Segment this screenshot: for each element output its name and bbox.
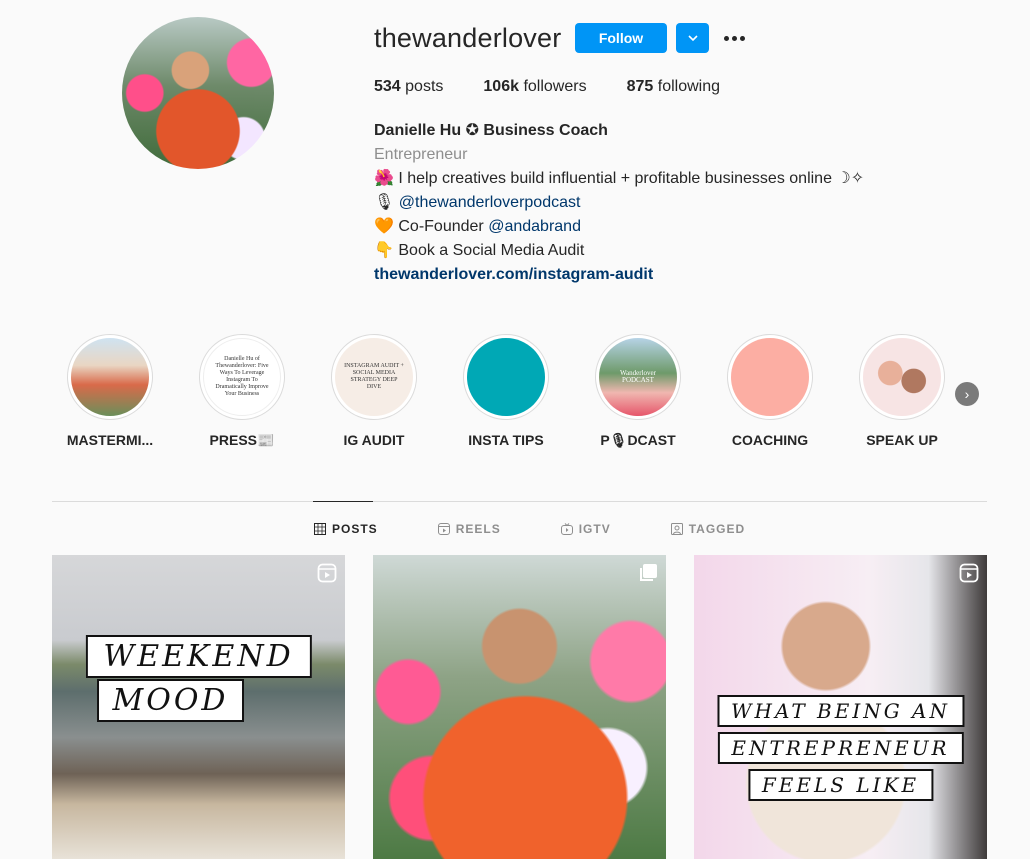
- full-name: Danielle Hu ✪ Business Coach: [374, 122, 608, 139]
- highlight-label: IG AUDIT: [343, 432, 405, 448]
- post-caption: FEELS LIKE: [747, 769, 934, 801]
- highlight-speak-up[interactable]: SPEAK UP: [836, 334, 968, 448]
- reels-icon: [437, 523, 450, 535]
- username: thewanderlover: [374, 23, 562, 53]
- post-caption: WEEKEND: [85, 635, 312, 678]
- bio-line-4: 👇 Book a Social Media Audit: [374, 242, 585, 259]
- grid-icon: [314, 523, 326, 535]
- bio-line-2: 🎙 @thewanderloverpodcast: [374, 191, 864, 215]
- category-label: Entrepreneur: [374, 146, 468, 163]
- carousel-icon: [640, 564, 657, 581]
- highlight-podcast[interactable]: Wanderlover PODCAST P🎙DCAST: [572, 334, 704, 449]
- followers-count[interactable]: 106k followers: [483, 78, 586, 96]
- post-caption: MOOD: [96, 679, 245, 722]
- highlight-label: P🎙DCAST: [600, 432, 676, 448]
- profile-bio: Danielle Hu ✪ Business Coach Entrepreneu…: [374, 119, 864, 287]
- highlight-press[interactable]: Danielle Hu of Thewanderlover: Five Ways…: [176, 334, 308, 449]
- posts-count: 534 posts: [374, 78, 444, 95]
- highlight-label: MASTERMI...: [66, 432, 154, 448]
- highlight-ig-audit[interactable]: INSTAGRAM AUDIT + SOCIAL MEDIA STRATEGY …: [308, 334, 440, 448]
- igtv-icon: [560, 523, 573, 535]
- bio-line-1: 🌺 I help creatives build influential + p…: [374, 170, 865, 187]
- podcast-mention-link[interactable]: @thewanderloverpodcast: [399, 194, 581, 211]
- profile-tabs: POSTS REELS IGTV TAGGED: [314, 522, 745, 536]
- reel-icon: [959, 563, 979, 583]
- highlight-label: SPEAK UP: [866, 432, 938, 448]
- bio-line-3: 🧡 Co-Founder @andabrand: [374, 218, 581, 235]
- active-tab-indicator: [313, 501, 373, 502]
- highlight-label: PRESS📰: [209, 432, 275, 448]
- post-1[interactable]: WEEKEND MOOD: [52, 555, 345, 859]
- suggested-accounts-button[interactable]: [676, 23, 709, 53]
- post-caption: ENTREPRENEUR: [717, 732, 964, 764]
- tabs-divider: [52, 501, 987, 502]
- tagged-icon: [670, 523, 683, 535]
- chevron-right-icon[interactable]: ›: [955, 382, 979, 406]
- profile-avatar[interactable]: [122, 17, 274, 169]
- website-link[interactable]: thewanderlover.com/instagram-audit: [374, 263, 864, 287]
- andabrand-mention-link[interactable]: @andabrand: [488, 218, 581, 235]
- highlight-label: COACHING: [731, 432, 809, 448]
- tab-igtv[interactable]: IGTV: [560, 522, 611, 536]
- microphone-icon: 🎙: [374, 194, 395, 211]
- highlight-mastermind[interactable]: MASTERMI...: [44, 334, 176, 448]
- following-count[interactable]: 875 following: [627, 78, 720, 96]
- highlight-coaching[interactable]: COACHING: [704, 334, 836, 448]
- highlight-insta-tips[interactable]: INSTA TIPS: [440, 334, 572, 448]
- chevron-down-icon: [687, 35, 698, 42]
- post-3[interactable]: WHAT BEING AN ENTREPRENEUR FEELS LIKE: [694, 555, 987, 859]
- post-2[interactable]: [373, 555, 666, 859]
- highlight-label: INSTA TIPS: [468, 432, 544, 448]
- tab-tagged[interactable]: TAGGED: [670, 522, 745, 536]
- post-caption: WHAT BEING AN: [716, 695, 965, 727]
- story-highlights: MASTERMI... Danielle Hu of Thewanderlove…: [67, 334, 992, 454]
- heart-icon: 🧡: [374, 218, 394, 235]
- more-options-button[interactable]: [722, 28, 746, 48]
- tab-posts[interactable]: POSTS: [314, 522, 378, 536]
- profile-stats: 534 posts 106k followers 875 following: [374, 78, 760, 96]
- tab-reels[interactable]: REELS: [437, 522, 501, 536]
- reel-icon: [317, 563, 337, 583]
- follow-button[interactable]: Follow: [575, 23, 667, 53]
